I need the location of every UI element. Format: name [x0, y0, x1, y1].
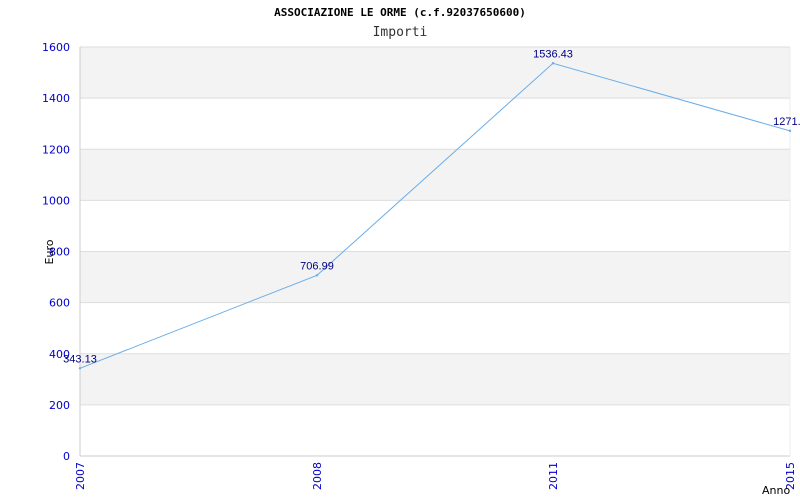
y-tick-label: 1400	[42, 92, 70, 105]
grid-band	[80, 149, 790, 201]
y-axis-label: Euro	[43, 239, 56, 264]
x-tick-labels: 2007 2008 2011 2015	[74, 462, 797, 490]
y-tick-label: 1600	[42, 41, 70, 54]
y-tick-label: 200	[49, 399, 70, 412]
grid-band	[80, 251, 790, 303]
y-tick-label: 0	[63, 450, 70, 463]
data-label: 1271.9	[773, 116, 800, 128]
line-chart: 02004006008001000120014001600 2007 2008 20…	[42, 41, 800, 497]
data-point	[78, 367, 82, 370]
x-tick-label: 2007	[74, 462, 87, 490]
data-label: 1536.43	[533, 48, 573, 60]
x-tick-label: 2011	[547, 462, 560, 490]
data-point	[788, 129, 792, 133]
x-tick-label: 2008	[311, 462, 324, 490]
data-label: 343.13	[63, 353, 97, 365]
series-group	[78, 62, 792, 370]
grid-band	[80, 47, 790, 99]
x-axis-label: Anno	[762, 484, 790, 497]
grid-band	[80, 353, 790, 405]
data-point	[551, 62, 555, 65]
data-label: 706.99	[300, 260, 334, 272]
y-tick-label: 600	[49, 297, 70, 310]
series-line	[79, 62, 791, 369]
y-tick-label: 1200	[42, 143, 70, 156]
data-point	[315, 274, 319, 277]
y-tick-label: 1000	[42, 194, 70, 207]
